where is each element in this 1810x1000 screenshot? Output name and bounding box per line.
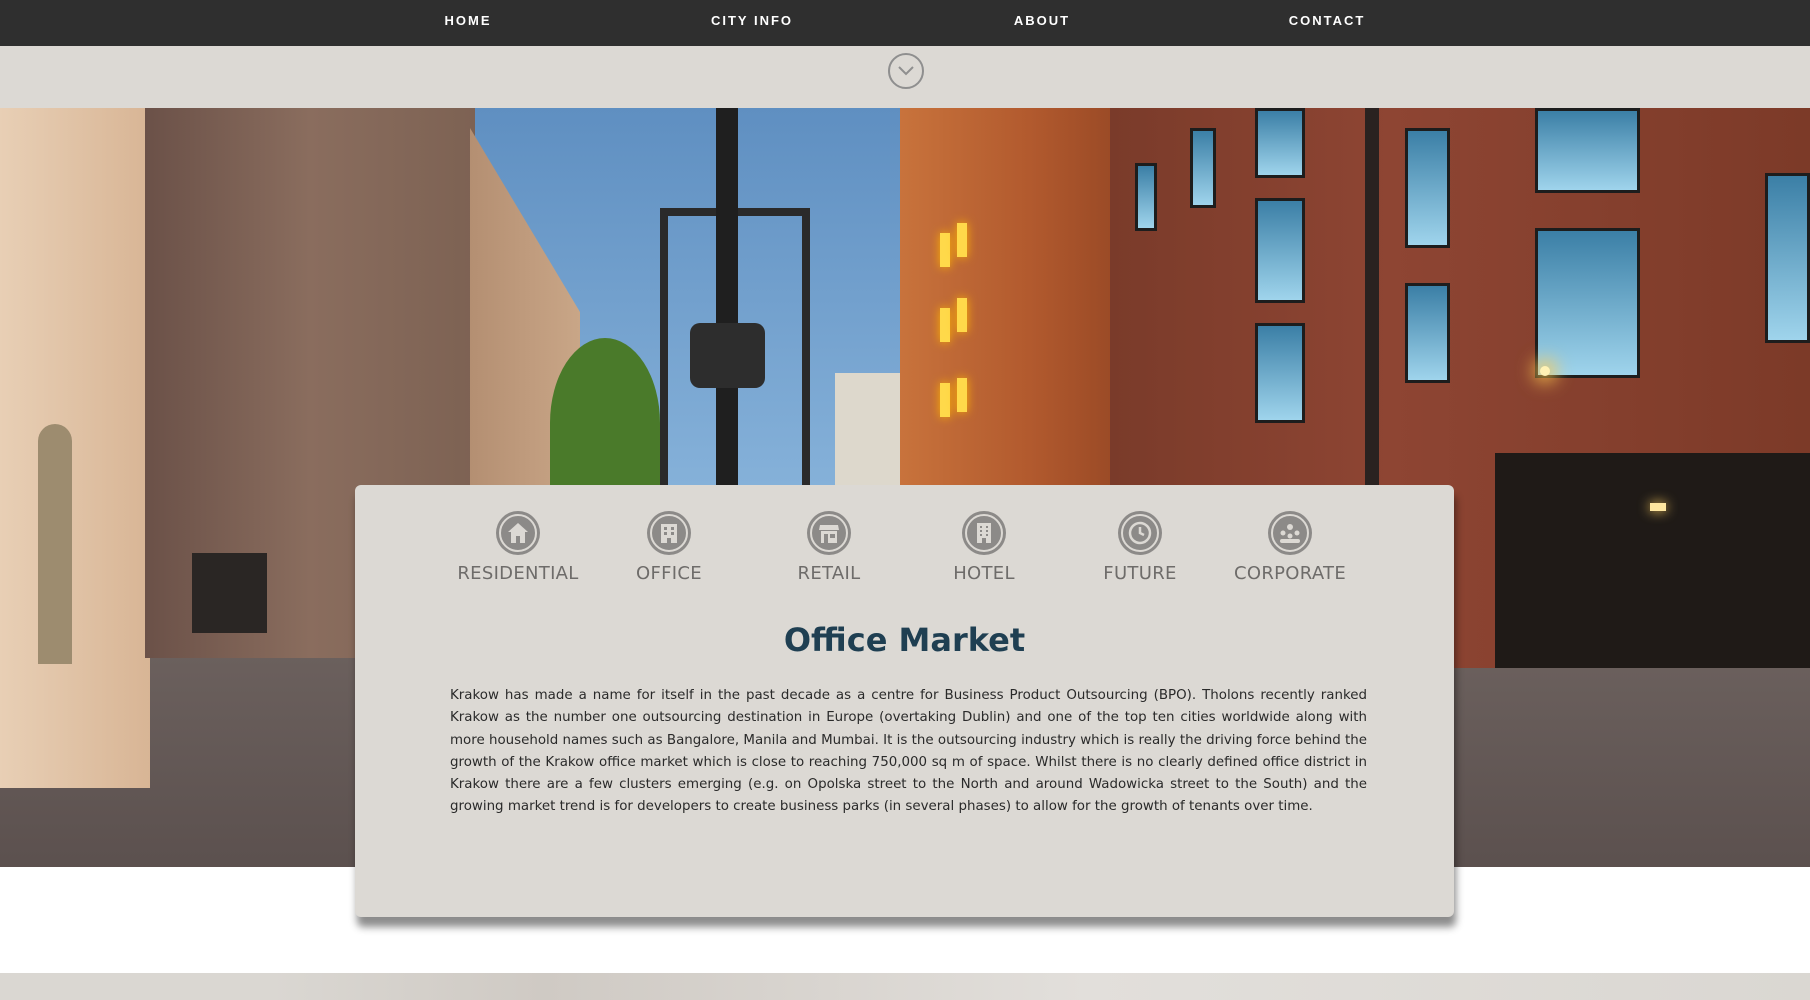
- building-window: [1190, 128, 1216, 208]
- nav-city-info-link[interactable]: CITY INFO: [711, 0, 793, 46]
- building-window: [1405, 128, 1450, 248]
- top-navigation: HOME CITY INFO ABOUT CONTACT: [0, 0, 1810, 46]
- category-residential[interactable]: RESIDENTIAL: [443, 511, 593, 584]
- scroll-down-button[interactable]: [888, 53, 924, 89]
- building-window: [1405, 283, 1450, 383]
- nav-about-link[interactable]: ABOUT: [1014, 0, 1070, 46]
- category-retail[interactable]: RETAIL: [754, 511, 904, 584]
- lit-window: [957, 378, 967, 412]
- building-window: [1255, 323, 1305, 423]
- storefront-icon: [807, 511, 851, 555]
- chevron-down-icon: [898, 66, 914, 76]
- category-hotel[interactable]: HOTEL: [909, 511, 1059, 584]
- nav-home-link[interactable]: HOME: [445, 0, 492, 46]
- category-corporate[interactable]: CORPORATE: [1215, 511, 1365, 584]
- footer-strip: [0, 973, 1810, 1000]
- wall-lamp: [1540, 366, 1550, 376]
- industrial-press-shaft: [716, 108, 738, 488]
- lit-window: [940, 383, 950, 417]
- category-label: RESIDENTIAL: [457, 563, 579, 584]
- building-window: [1135, 163, 1157, 231]
- category-label: CORPORATE: [1233, 563, 1347, 584]
- category-label: HOTEL: [953, 563, 1015, 584]
- ceiling-light: [1650, 503, 1666, 511]
- lit-window: [940, 308, 950, 342]
- cream-wall: [0, 108, 150, 788]
- people-icon: [1268, 511, 1312, 555]
- category-label: OFFICE: [636, 563, 702, 584]
- building-window: [1535, 228, 1640, 378]
- nav-contact-link[interactable]: CONTACT: [1289, 0, 1366, 46]
- category-label: FUTURE: [1103, 563, 1177, 584]
- clock-icon: [1118, 511, 1162, 555]
- lit-window: [957, 223, 967, 257]
- office-building-icon: [647, 511, 691, 555]
- category-future[interactable]: FUTURE: [1065, 511, 1215, 584]
- page-title: Office Market: [783, 621, 1026, 659]
- arched-window: [38, 424, 72, 664]
- lit-tower: [900, 108, 1115, 528]
- lit-window: [957, 298, 967, 332]
- lit-window: [940, 233, 950, 267]
- building-window: [1765, 173, 1810, 343]
- scroll-band: [0, 46, 1810, 108]
- dark-door: [192, 553, 267, 633]
- category-office[interactable]: OFFICE: [594, 511, 744, 584]
- category-label: RETAIL: [797, 563, 861, 584]
- building-window: [1255, 198, 1305, 303]
- body-paragraph: Krakow has made a name for itself in the…: [450, 688, 1367, 815]
- hotel-icon: [962, 511, 1006, 555]
- content-card: RESIDENTIAL OFFICE RETAIL HOTEL FUTURE C…: [355, 485, 1454, 917]
- house-icon: [496, 511, 540, 555]
- glass-entrance: [1495, 453, 1810, 668]
- building-window: [1255, 108, 1305, 178]
- tree: [550, 338, 660, 508]
- building-window: [1535, 108, 1640, 193]
- industrial-press-body: [690, 323, 765, 388]
